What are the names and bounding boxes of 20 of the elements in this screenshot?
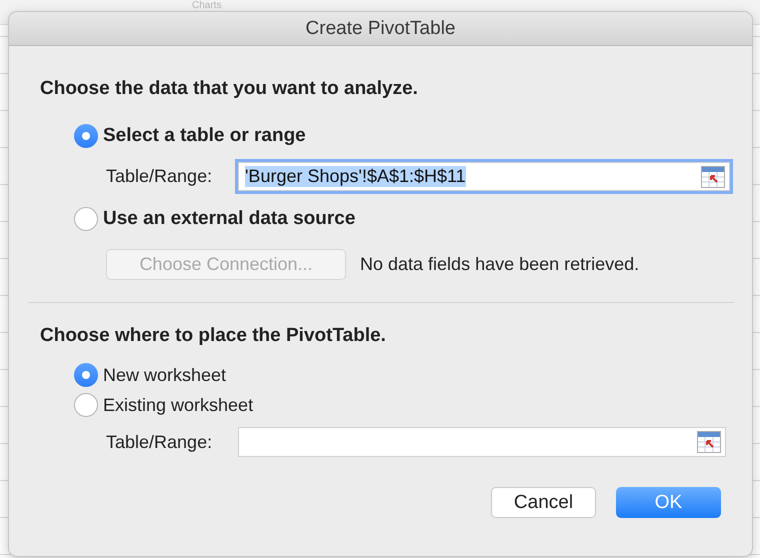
ribbon-label: Charts bbox=[192, 0, 222, 11]
section-heading: Choose where to place the PivotTable. bbox=[40, 325, 387, 347]
range-picker-icon[interactable] bbox=[697, 431, 721, 453]
range-field[interactable]: 'Burger Shops'!$A$1:$H$11 bbox=[238, 162, 730, 191]
radio-label: Existing worksheet bbox=[103, 394, 254, 416]
field-label: Table/Range: bbox=[106, 166, 214, 187]
cancel-button[interactable]: Cancel bbox=[491, 487, 596, 518]
status-text: No data fields have been retrieved. bbox=[360, 254, 640, 275]
radio-button[interactable] bbox=[74, 363, 98, 387]
section-heading: Choose the data that you want to analyze. bbox=[40, 78, 419, 100]
radio-button[interactable] bbox=[74, 124, 98, 148]
field-label: Table/Range: bbox=[106, 432, 214, 452]
range-picker-icon[interactable] bbox=[701, 166, 725, 188]
radio-label: Use an external data source bbox=[103, 208, 356, 230]
range-field[interactable] bbox=[238, 427, 726, 457]
window-title: Create PivotTable bbox=[306, 18, 456, 40]
radio-label: Select a table or range bbox=[103, 125, 306, 147]
radio-button[interactable] bbox=[74, 393, 98, 417]
radio-label: New worksheet bbox=[103, 364, 226, 386]
radio-button[interactable] bbox=[74, 207, 98, 231]
